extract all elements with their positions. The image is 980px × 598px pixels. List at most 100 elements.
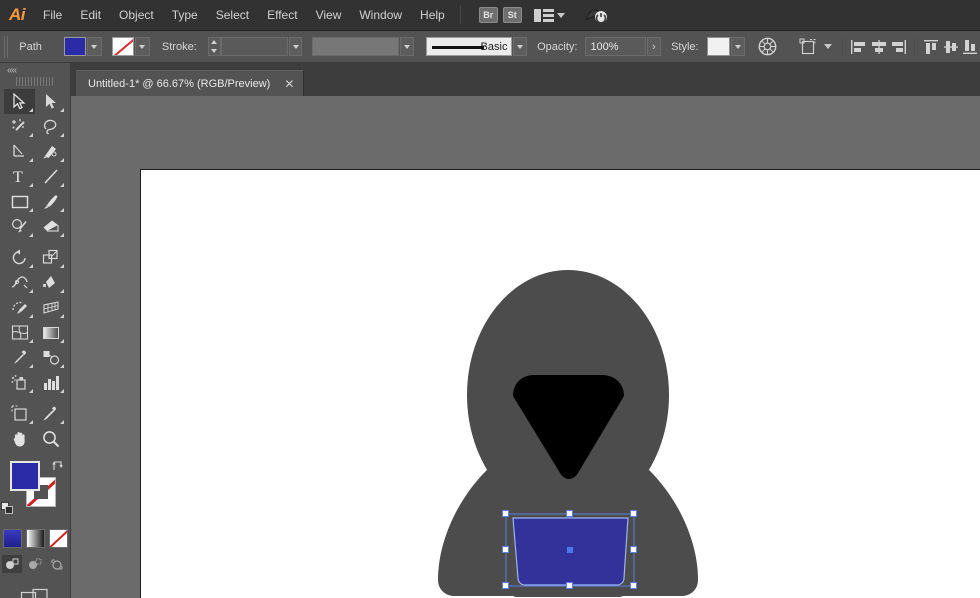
control-bar-grip[interactable] — [4, 35, 11, 58]
rotate-tool[interactable] — [4, 245, 35, 270]
menu-bar: Ai File Edit Object Type Select Effect V… — [0, 0, 980, 31]
handle-top-left[interactable] — [502, 510, 509, 517]
handle-bottom-right[interactable] — [630, 582, 637, 589]
artboard-tool[interactable] — [4, 401, 35, 426]
free-transform-tool[interactable] — [35, 270, 66, 295]
gradient-tool[interactable] — [35, 320, 66, 345]
canvas-area[interactable] — [71, 96, 980, 598]
stroke-profile-chevron-down-icon[interactable] — [400, 37, 414, 56]
fill-color-swatch[interactable] — [10, 461, 40, 491]
lasso-tool[interactable] — [35, 114, 66, 139]
transform-icon[interactable] — [796, 36, 820, 58]
illustrator-window: Ai File Edit Object Type Select Effect V… — [0, 0, 980, 598]
stroke-weight-input[interactable] — [220, 37, 288, 56]
opacity-expand-chevron-right-icon[interactable]: › — [646, 37, 662, 56]
handle-middle-left[interactable] — [502, 546, 509, 553]
magic-wand-tool[interactable] — [4, 114, 35, 139]
scale-tool[interactable] — [35, 245, 66, 270]
arrange-chevron-down-icon[interactable] — [556, 12, 565, 18]
paintbrush-tool[interactable] — [35, 189, 66, 214]
handle-center-point[interactable] — [567, 547, 573, 553]
color-button[interactable] — [2, 529, 22, 548]
brush-definition-label: Basic — [480, 40, 508, 53]
style-chevron-down-icon[interactable] — [731, 37, 745, 56]
draw-normal-button[interactable] — [2, 555, 22, 573]
menu-type[interactable]: Type — [163, 0, 207, 31]
align-right-icon[interactable] — [888, 37, 908, 57]
stroke-weight-chevron-down-icon[interactable] — [288, 37, 303, 56]
symbol-sprayer-tool[interactable] — [4, 370, 35, 395]
tools-panel-grip[interactable] — [16, 77, 54, 86]
blend-tool[interactable] — [35, 345, 66, 370]
stock-button[interactable]: St — [502, 7, 522, 23]
artboard[interactable] — [140, 169, 980, 598]
menu-window[interactable]: Window — [350, 0, 411, 31]
fill-swatch[interactable] — [63, 37, 86, 56]
pen-tool[interactable] — [4, 139, 35, 164]
workspace-switcher-icon[interactable] — [584, 7, 607, 24]
default-fill-stroke-icon[interactable] — [1, 502, 14, 515]
shape-builder-tool[interactable] — [4, 295, 35, 320]
handle-top-right[interactable] — [630, 510, 637, 517]
swap-fill-stroke-icon[interactable] — [51, 459, 65, 473]
arrange-documents-icon[interactable] — [533, 8, 555, 23]
change-screen-mode-icon[interactable] — [20, 587, 50, 598]
handle-bottom-left[interactable] — [502, 582, 509, 589]
slice-tool[interactable] — [35, 401, 66, 426]
brush-definition-dropdown[interactable]: Basic — [425, 37, 513, 56]
eyedropper-tool[interactable] — [4, 345, 35, 370]
fill-dropdown-chevron-down-icon[interactable] — [86, 37, 102, 56]
opacity-input[interactable]: 100% — [585, 37, 646, 56]
stroke-profile-dropdown[interactable] — [312, 37, 400, 56]
perspective-grid-tool[interactable] — [35, 295, 66, 320]
align-horizontal-center-icon[interactable] — [869, 37, 889, 57]
rectangle-tool[interactable] — [4, 189, 35, 214]
draw-inside-button[interactable] — [48, 555, 68, 573]
align-top-icon[interactable] — [921, 37, 941, 57]
type-tool[interactable]: T — [4, 164, 35, 189]
handle-top-center[interactable] — [566, 510, 573, 517]
menu-help[interactable]: Help — [411, 0, 454, 31]
line-segment-tool[interactable] — [35, 164, 66, 189]
menu-object[interactable]: Object — [110, 0, 163, 31]
bridge-button[interactable]: Br — [478, 7, 498, 23]
hand-tool[interactable] — [4, 426, 35, 451]
shaper-tool[interactable] — [4, 214, 35, 239]
close-icon[interactable]: ✕ — [284, 78, 294, 90]
graphic-style-swatch[interactable] — [706, 37, 731, 56]
selection-tool[interactable] — [4, 89, 35, 114]
curvature-tool[interactable] — [35, 139, 66, 164]
transform-chevron-down-icon[interactable] — [824, 44, 833, 49]
control-bar: Path Stroke: Basic Opacity: 100% › Style… — [0, 31, 980, 63]
none-button[interactable] — [48, 529, 68, 548]
artwork-svg[interactable] — [141, 170, 980, 598]
handle-middle-right[interactable] — [630, 546, 637, 553]
eraser-tool[interactable] — [35, 214, 66, 239]
brush-definition-chevron-down-icon[interactable] — [513, 37, 528, 56]
direct-selection-tool[interactable] — [35, 89, 66, 114]
document-tab-bar: Untitled-1* @ 66.67% (RGB/Preview) ✕ — [0, 63, 980, 96]
width-tool[interactable] — [4, 270, 35, 295]
stroke-label: Stroke: — [161, 40, 197, 53]
stroke-swatch[interactable] — [111, 37, 134, 56]
align-bottom-icon[interactable] — [960, 37, 980, 57]
column-graph-tool[interactable] — [35, 370, 66, 395]
menu-select[interactable]: Select — [207, 0, 258, 31]
stroke-dropdown-chevron-down-icon[interactable] — [134, 37, 150, 56]
align-vertical-center-icon[interactable] — [941, 37, 961, 57]
draw-behind-button[interactable] — [25, 555, 45, 573]
collapse-panel-chevron-icon[interactable]: «« — [0, 63, 70, 77]
stroke-weight-stepper[interactable] — [207, 37, 221, 56]
menu-effect[interactable]: Effect — [258, 0, 306, 31]
mesh-tool[interactable] — [4, 320, 35, 345]
menu-view[interactable]: View — [307, 0, 351, 31]
align-left-icon[interactable] — [849, 37, 869, 57]
tools-panel: «« T — [0, 63, 71, 598]
zoom-tool[interactable] — [35, 426, 66, 451]
document-tab[interactable]: Untitled-1* @ 66.67% (RGB/Preview) ✕ — [76, 70, 305, 96]
menu-edit[interactable]: Edit — [71, 0, 110, 31]
recolor-artwork-icon[interactable] — [757, 36, 778, 58]
menu-file[interactable]: File — [34, 0, 71, 31]
handle-bottom-center[interactable] — [566, 582, 573, 589]
gradient-button[interactable] — [25, 529, 45, 548]
